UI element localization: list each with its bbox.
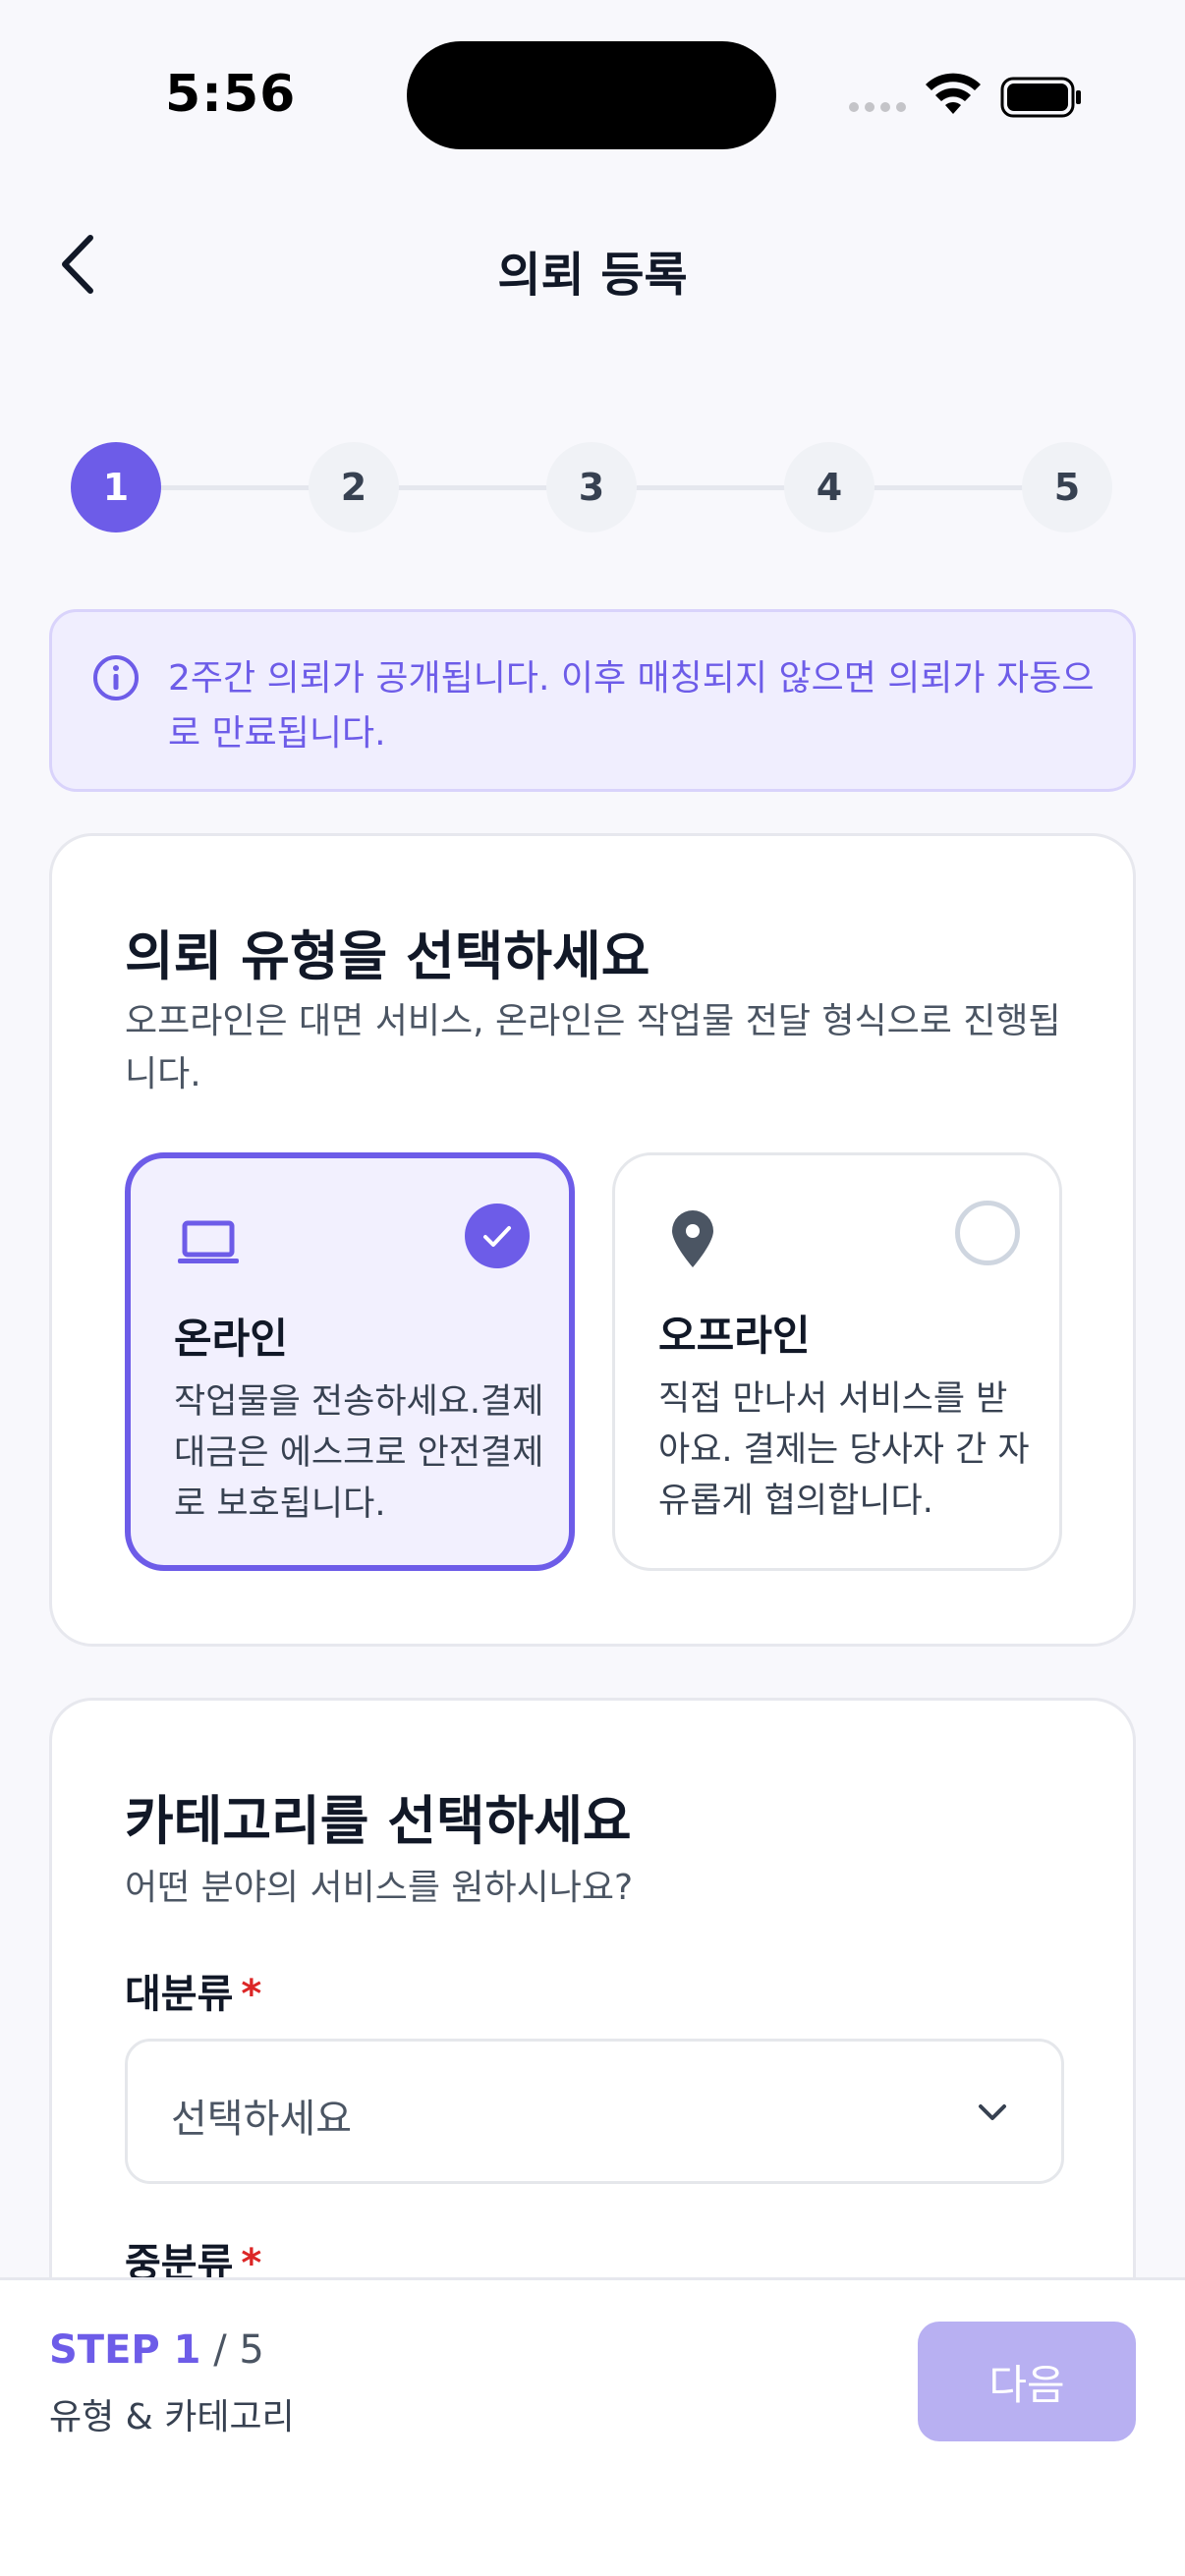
info-notice: 2주간 의뢰가 공개됩니다. 이후 매칭되지 않으면 의뢰가 자동으로 만료됩니… <box>49 609 1136 792</box>
chevron-down-icon <box>979 2104 1006 2120</box>
info-icon <box>93 655 139 700</box>
status-time: 5:56 <box>165 65 297 124</box>
next-button[interactable]: 다음 <box>918 2322 1136 2441</box>
major-category-placeholder: 선택하세요 <box>171 2097 352 2142</box>
step-1: 1 <box>71 442 161 532</box>
step-indicator: STEP 1 / 5 <box>49 2327 264 2373</box>
category-card-subtitle: 어떤 분야의 서비스를 원하시나요? <box>125 1868 634 1908</box>
step-2: 2 <box>309 442 399 532</box>
step-3: 3 <box>546 442 637 532</box>
laptop-icon <box>178 1220 239 1263</box>
step-5: 5 <box>1022 442 1112 532</box>
option-offline-desc: 직접 만나서 서비스를 받아요. 결제는 당사자 간 자유롭게 협의합니다. <box>658 1379 1030 1521</box>
unchecked-radio-icon <box>955 1201 1020 1265</box>
major-category-label-text: 대분류 <box>125 1972 234 2017</box>
category-card-title: 카테고리를 선택하세요 <box>125 1790 632 1852</box>
checked-icon <box>465 1204 530 1268</box>
progress-stepper: 1 2 3 4 5 <box>71 442 1112 532</box>
type-card-subtitle: 오프라인은 대면 서비스, 온라인은 작업물 전달 형식으로 진행됩니다. <box>125 1001 1061 1094</box>
major-category-label: 대분류 * <box>125 1962 261 2019</box>
bottom-action-bar: STEP 1 / 5 유형 & 카테고리 다음 <box>0 2277 1185 2576</box>
total-steps-label: / 5 <box>200 2327 264 2373</box>
wifi-icon <box>926 73 981 114</box>
location-pin-icon <box>672 1210 713 1267</box>
navigation-bar: 의뢰 등록 <box>0 206 1185 324</box>
option-offline-title: 오프라인 <box>658 1312 811 1360</box>
step-4: 4 <box>784 442 875 532</box>
status-bar: 5:56 <box>0 0 1185 187</box>
option-online[interactable]: 온라인 작업물을 전송하세요.결제 대금은 에스크로 안전결제로 보호됩니다. <box>125 1152 575 1571</box>
required-mark: * <box>241 1972 262 2017</box>
dynamic-island <box>407 41 776 149</box>
notice-text: 2주간 의뢰가 공개됩니다. 이후 매칭되지 않으면 의뢰가 자동으로 만료됩니… <box>168 658 1095 754</box>
request-type-card: 의뢰 유형을 선택하세요 오프라인은 대면 서비스, 온라인은 작업물 전달 형… <box>49 833 1136 1647</box>
option-offline[interactable]: 오프라인 직접 만나서 서비스를 받아요. 결제는 당사자 간 자유롭게 협의합… <box>612 1152 1062 1571</box>
battery-icon <box>1000 77 1081 118</box>
option-online-desc: 작업물을 전송하세요.결제 대금은 에스크로 안전결제로 보호됩니다. <box>174 1382 544 1524</box>
current-step-label: STEP 1 <box>49 2327 201 2373</box>
page-title: 의뢰 등록 <box>497 248 688 303</box>
type-card-title: 의뢰 유형을 선택하세요 <box>125 925 650 987</box>
option-online-title: 온라인 <box>174 1315 288 1363</box>
major-category-select[interactable]: 선택하세요 <box>125 2039 1064 2184</box>
cellular-signal-icon <box>849 102 906 112</box>
step-caption: 유형 & 카테고리 <box>49 2397 295 2437</box>
